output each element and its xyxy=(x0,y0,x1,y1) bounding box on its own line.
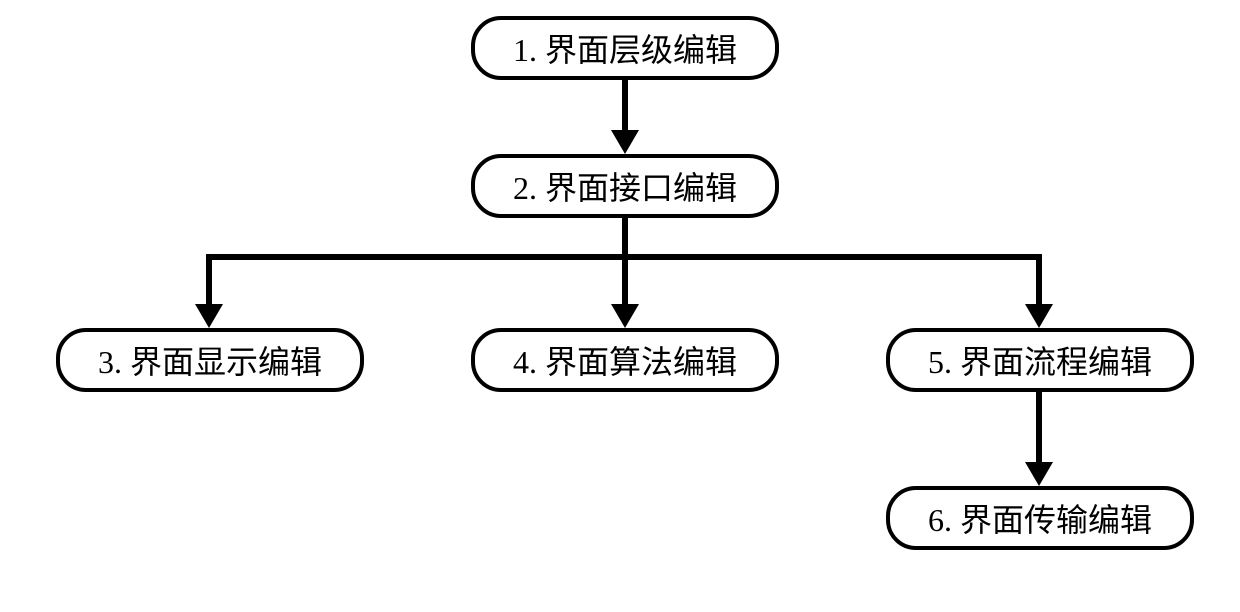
node-interface-process-edit: 5. 界面流程编辑 xyxy=(886,328,1194,392)
node-label: 4. 界面算法编辑 xyxy=(513,337,737,383)
node-label: 3. 界面显示编辑 xyxy=(98,337,322,383)
edge-arrowhead xyxy=(1025,304,1053,328)
edge-line xyxy=(206,254,212,306)
node-interface-port-edit: 2. 界面接口编辑 xyxy=(471,154,779,218)
edge-line xyxy=(1036,254,1042,306)
edge-arrowhead xyxy=(195,304,223,328)
node-interface-transmission-edit: 6. 界面传输编辑 xyxy=(886,486,1194,550)
edge-arrowhead xyxy=(1025,462,1053,486)
edge-arrowhead xyxy=(611,130,639,154)
node-label: 6. 界面传输编辑 xyxy=(928,495,1152,541)
node-interface-hierarchy-edit: 1. 界面层级编辑 xyxy=(471,16,779,80)
edge-line xyxy=(622,218,628,258)
edge-line xyxy=(622,258,628,306)
node-label: 5. 界面流程编辑 xyxy=(928,337,1152,383)
node-label: 1. 界面层级编辑 xyxy=(513,25,737,71)
node-interface-algorithm-edit: 4. 界面算法编辑 xyxy=(471,328,779,392)
edge-arrowhead xyxy=(611,304,639,328)
node-interface-display-edit: 3. 界面显示编辑 xyxy=(56,328,364,392)
node-label: 2. 界面接口编辑 xyxy=(513,163,737,209)
edge-line xyxy=(622,80,628,132)
edge-line xyxy=(1036,392,1042,464)
